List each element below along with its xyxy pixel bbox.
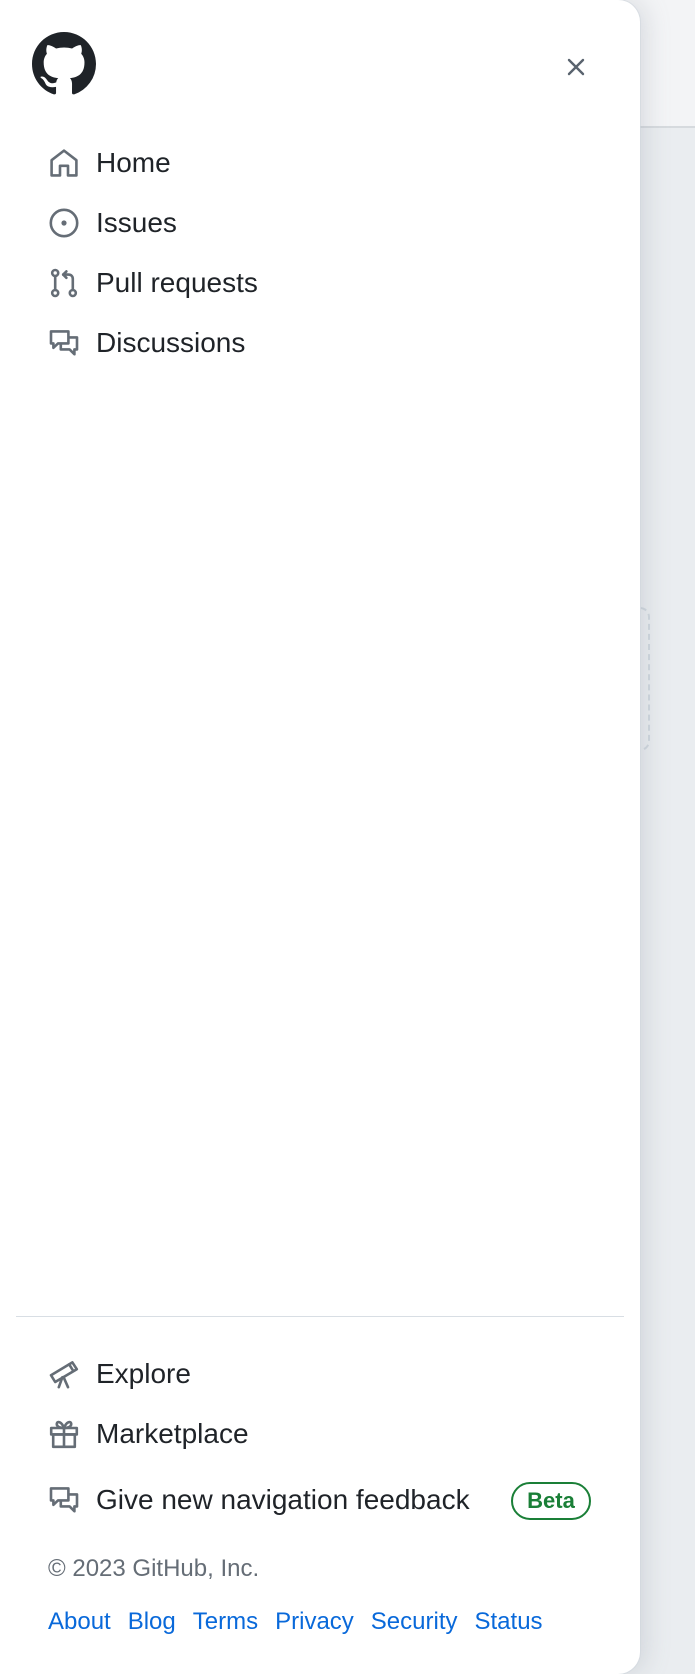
nav-item-label: Pull requests	[96, 267, 258, 298]
nav-item-label: Issues	[96, 207, 177, 238]
footer-link-status[interactable]: Status	[475, 1608, 543, 1636]
gift-icon	[48, 1418, 80, 1450]
footer-link-security[interactable]: Security	[371, 1608, 458, 1636]
git-pull-request-icon	[48, 267, 80, 299]
footer-link-blog[interactable]: Blog	[128, 1608, 176, 1636]
nav-item-discussions[interactable]: Discussions	[32, 315, 608, 371]
github-logo-icon[interactable]	[32, 32, 96, 96]
nav-item-home[interactable]: Home	[32, 135, 608, 191]
navigation-drawer: Home Issues Pull requests Discussions Ex…	[0, 0, 640, 1674]
nav-item-label: Give new navigation feedback	[96, 1484, 470, 1515]
issue-opened-icon	[48, 207, 80, 239]
nav-item-label: Home	[96, 147, 171, 178]
nav-item-marketplace[interactable]: Marketplace	[32, 1406, 608, 1462]
close-button[interactable]	[556, 47, 596, 87]
telescope-icon	[48, 1358, 80, 1390]
nav-item-label: Marketplace	[96, 1418, 249, 1449]
footer-links: About Blog Terms Privacy Security Status	[48, 1608, 543, 1636]
nav-divider	[16, 1316, 624, 1317]
copyright-text: © 2023 GitHub, Inc.	[48, 1555, 260, 1582]
beta-badge: Beta	[511, 1482, 591, 1520]
nav-item-label: Explore	[96, 1358, 191, 1389]
nav-item-pull-requests[interactable]: Pull requests	[32, 255, 608, 311]
comment-discussion-icon	[48, 327, 80, 359]
home-icon	[48, 147, 80, 179]
comment-discussion-icon	[48, 1484, 80, 1516]
footer-link-terms[interactable]: Terms	[193, 1608, 258, 1636]
nav-item-issues[interactable]: Issues	[32, 195, 608, 251]
close-icon	[567, 58, 585, 76]
nav-item-explore[interactable]: Explore	[32, 1346, 608, 1402]
footer-link-privacy[interactable]: Privacy	[275, 1608, 354, 1636]
nav-item-label: Discussions	[96, 327, 246, 358]
footer-link-about[interactable]: About	[48, 1608, 111, 1636]
